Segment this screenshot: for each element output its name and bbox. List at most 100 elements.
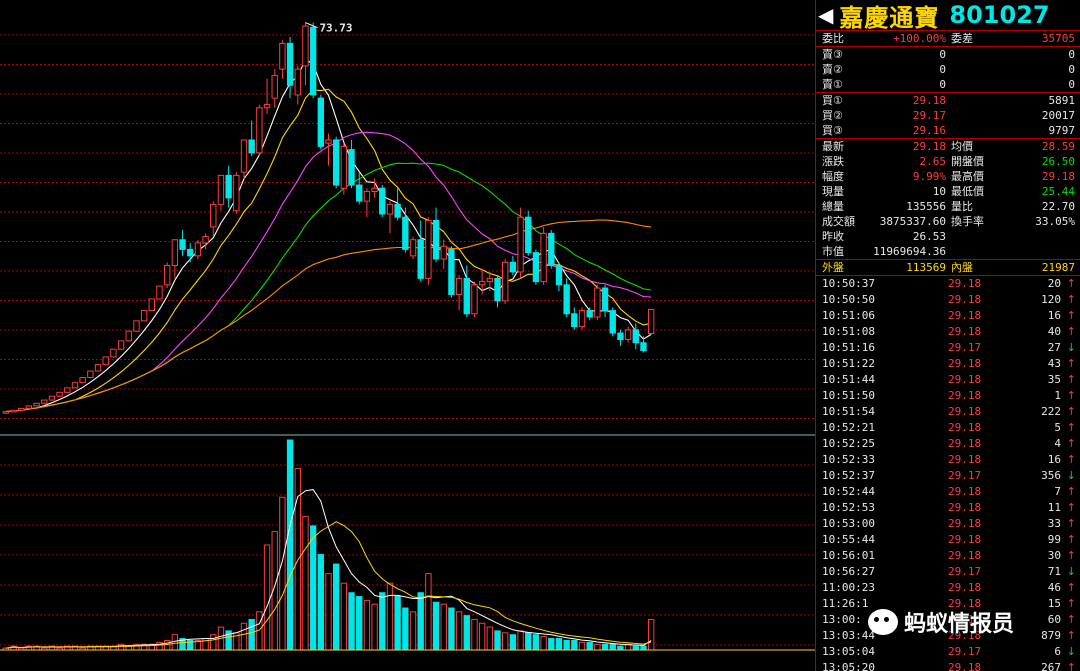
candle-up	[340, 145, 348, 189]
tick-volume: 356	[1041, 469, 1061, 482]
prev-stock-icon[interactable]: ◀	[818, 3, 833, 27]
candle-up	[94, 364, 102, 372]
candle-down	[601, 287, 609, 312]
volume-bar	[302, 515, 309, 651]
candle-down	[348, 149, 355, 186]
tick-volume: 40	[1047, 325, 1061, 338]
candle-up	[624, 329, 632, 341]
kline-chart-panel[interactable]: 73.73	[0, 0, 815, 671]
quote-row: 最新 29.18 均價 28.59	[816, 139, 1080, 154]
candle-up	[56, 391, 63, 397]
quote-value: 9.99%	[912, 170, 946, 183]
tick-direction-icon: ↓	[1066, 565, 1076, 578]
volume-bar	[448, 607, 455, 651]
candle-up	[502, 261, 509, 302]
candle-up	[148, 298, 155, 312]
tick-price: 29.18	[948, 325, 982, 338]
tick-volume: 30	[1047, 549, 1061, 562]
tick-volume: 1	[1054, 389, 1061, 402]
outer-inner-row: 外盤 113569 內盤 21987	[816, 260, 1080, 276]
volume-bar	[402, 607, 409, 651]
bid-volume: 5891	[1048, 94, 1076, 107]
ask-levels: 賣③ 0 0 賣② 0 0 賣① 0 0	[816, 47, 1080, 92]
tick-row: 10:56:27 29.17 71 ↓	[816, 564, 1080, 580]
tick-direction-icon: ↑	[1066, 661, 1076, 671]
peak-label: 73.73	[319, 22, 352, 35]
tick-volume: 7	[1054, 485, 1061, 498]
tick-price: 29.18	[948, 581, 982, 594]
quote-label: 現量	[822, 185, 844, 198]
volume-bar	[548, 638, 555, 651]
tick-price: 29.17	[948, 341, 982, 354]
quote-value-2: 29.18	[1041, 170, 1075, 183]
candle-down	[379, 187, 386, 215]
candle-up	[102, 356, 109, 366]
volume-bar	[578, 641, 586, 651]
tick-price: 29.18	[948, 421, 982, 434]
candle-up	[64, 387, 71, 393]
quote-value: 11969694.36	[873, 245, 946, 258]
tick-price: 29.18	[948, 293, 982, 306]
quote-value-2: 33.05%	[1035, 215, 1075, 228]
tick-time: 11:26:1	[822, 597, 869, 610]
tick-price: 29.18	[948, 389, 982, 402]
volume-bar	[325, 573, 332, 651]
tick-price: 29.18	[948, 517, 982, 530]
volume-bar	[478, 622, 486, 651]
tick-row: 10:51:08 29.18 40 ↑	[816, 324, 1080, 340]
candle-up	[202, 236, 209, 244]
candle-up	[156, 285, 163, 300]
candle-up	[486, 277, 494, 283]
candle-up	[87, 370, 94, 379]
candle-up	[125, 330, 132, 342]
tick-direction-icon: ↑	[1066, 309, 1076, 322]
candle-up	[455, 277, 463, 295]
tick-row: 13:05:20 29.18 267 ↑	[816, 660, 1080, 671]
volume-bar	[363, 599, 371, 651]
candle-up	[48, 395, 56, 401]
tick-direction-icon: ↑	[1066, 533, 1076, 546]
candle-up	[594, 287, 601, 318]
volume-bar	[386, 582, 394, 651]
volume-bar	[432, 601, 440, 651]
bid-levels: 買① 29.18 5891 買② 29.17 20017 買③ 29.16 9797	[816, 93, 1080, 138]
tick-price: 29.18	[948, 437, 982, 450]
bid-level-label: 買③	[822, 124, 843, 137]
tick-row: 10:50:50 29.18 120 ↑	[816, 292, 1080, 308]
tick-direction-icon: ↑	[1066, 389, 1076, 402]
quote-panel: ◀ 嘉慶通寶 801027 委比 +100.00% 委差 35705 賣③ 0 0 賣…	[815, 0, 1080, 671]
tick-volume: 33	[1047, 517, 1061, 530]
tick-volume: 879	[1041, 629, 1061, 642]
stock-header: ◀ 嘉慶通寶 801027	[816, 0, 1080, 32]
candle-up	[163, 265, 171, 286]
tick-direction-icon: ↓	[1066, 645, 1076, 658]
candle-down	[525, 216, 532, 254]
wechat-icon	[868, 609, 898, 635]
tick-direction-icon: ↑	[1066, 613, 1076, 626]
quote-value-2: 26.50	[1041, 155, 1075, 168]
volume-bar	[540, 636, 547, 651]
candle-up	[117, 340, 125, 350]
tick-row: 10:51:06 29.18 16 ↑	[816, 308, 1080, 324]
volume-bar	[555, 638, 563, 651]
quote-value: 2.65	[919, 155, 947, 168]
volume-bar	[332, 563, 340, 651]
tick-price: 29.18	[948, 453, 982, 466]
kline-chart[interactable]: 73.73	[0, 0, 815, 671]
candle-down	[417, 239, 424, 279]
tick-time: 10:52:44	[822, 485, 875, 498]
tick-direction-icon: ↑	[1066, 453, 1076, 466]
ask-level-label: 賣①	[822, 78, 843, 91]
candle-up	[302, 25, 309, 67]
quote-value: 29.18	[912, 140, 946, 153]
volume-bar	[348, 592, 355, 651]
candle-up	[540, 232, 547, 283]
quote-label-2: 均價	[951, 140, 973, 153]
tick-row: 10:53:00 29.18 33 ↑	[816, 516, 1080, 532]
candle-up	[2, 411, 10, 414]
ma30-line	[5, 162, 652, 413]
candle-down	[463, 277, 470, 315]
tick-time: 10:51:06	[822, 309, 875, 322]
tick-time: 10:51:44	[822, 373, 875, 386]
order-diff-label: 委差	[951, 32, 973, 45]
